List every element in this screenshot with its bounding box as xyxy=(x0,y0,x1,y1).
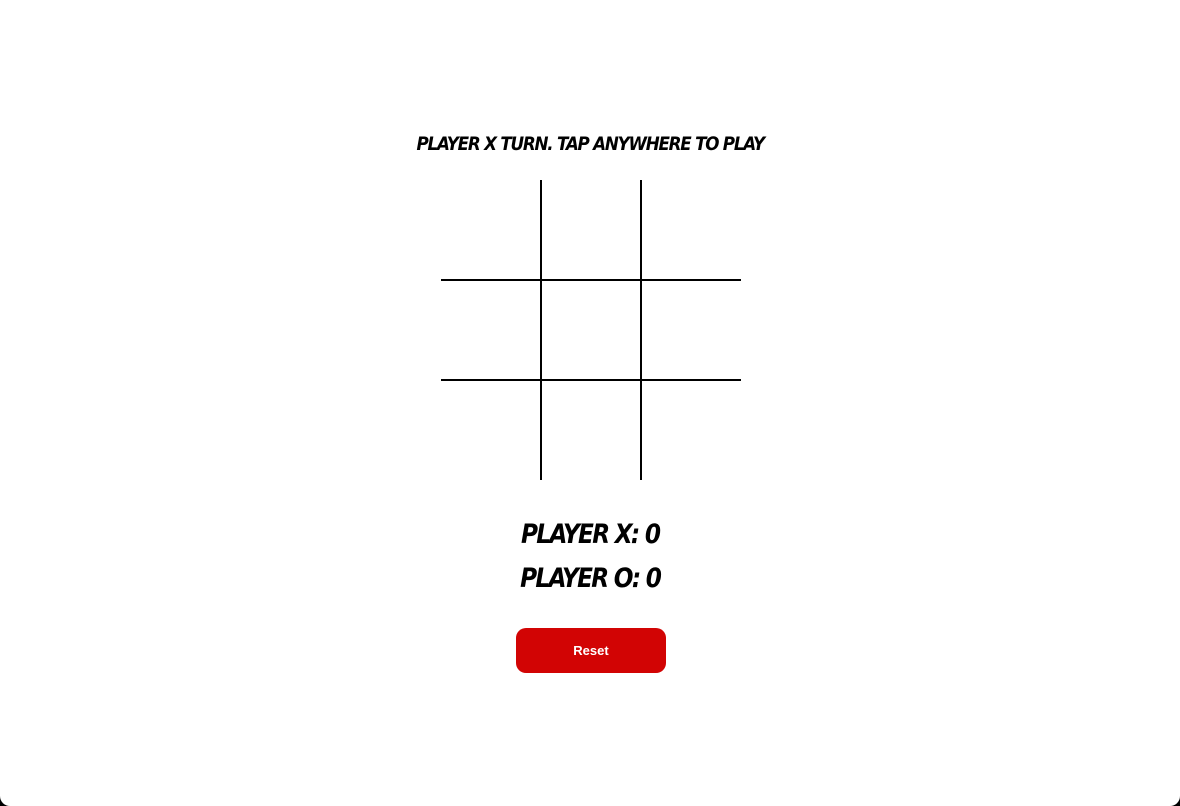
player-x-score: Player X: 0 xyxy=(521,519,661,550)
turn-status: Player X Turn. Tap anywhere to play xyxy=(416,133,766,155)
board-cell-3[interactable] xyxy=(641,180,741,280)
board-cell-2[interactable] xyxy=(541,180,641,280)
game-page: Player X Turn. Tap anywhere to play Play… xyxy=(0,0,1180,806)
board-cell-7[interactable] xyxy=(441,380,541,480)
board-cell-9[interactable] xyxy=(641,380,741,480)
grid-line-horizontal-2 xyxy=(441,379,741,381)
board-cell-1[interactable] xyxy=(441,180,541,280)
player-o-score: Player O: 0 xyxy=(520,563,662,594)
grid-line-vertical-1 xyxy=(540,180,542,480)
board-cell-5[interactable] xyxy=(541,280,641,380)
board-cell-6[interactable] xyxy=(641,280,741,380)
grid-line-horizontal-1 xyxy=(441,279,741,281)
board-cell-8[interactable] xyxy=(541,380,641,480)
grid-line-vertical-2 xyxy=(640,180,642,480)
tic-tac-toe-board[interactable] xyxy=(441,180,741,480)
board-cell-4[interactable] xyxy=(441,280,541,380)
reset-button[interactable]: Reset xyxy=(516,628,666,673)
